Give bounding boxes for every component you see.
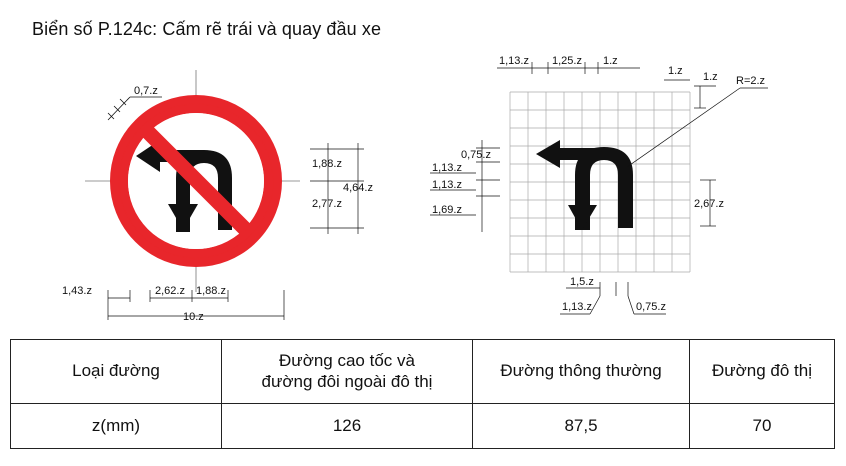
dim-top-1: 1,13.z — [499, 55, 529, 67]
header-urban-road: Đường đô thị — [689, 339, 835, 404]
table-row: z(mm) 126 87,5 70 — [10, 402, 835, 450]
header-normal-road: Đường thông thường — [472, 339, 690, 404]
dim-left-2: 1,13.z — [432, 162, 462, 174]
sign-figure: 0,7.z 1,88.z 2,77.z 4,64.z 1,43.z 2,62.z… — [62, 70, 373, 323]
dim-top-3: 1.z — [603, 55, 618, 67]
value-normal-road: 87,5 — [472, 402, 690, 450]
value-urban-road: 70 — [689, 402, 835, 450]
dim-left-1: 0,75.z — [461, 149, 491, 161]
layout-grid — [509, 91, 691, 273]
value-expressway: 126 — [221, 402, 473, 450]
dim-width: 10.z — [183, 311, 204, 323]
header-road-type: Loại đường — [10, 339, 222, 404]
sign-drawing: 0,7.z 1,88.z 2,77.z 4,64.z 1,43.z 2,62.z… — [62, 55, 768, 323]
spec-table: Loại đường Đường cao tốc và đường đôi ng… — [10, 339, 835, 450]
header-expressway: Đường cao tốc và đường đôi ngoài đô thị — [221, 339, 473, 404]
dim-left-4: 1,69.z — [432, 204, 462, 216]
dim-bottom-2: 1,13.z — [562, 301, 592, 313]
dim-upper: 1,88.z — [312, 158, 342, 170]
dim-top-2: 1,25.z — [552, 55, 582, 67]
dim-bottom-3: 0,75.z — [636, 301, 666, 313]
dim-right: 1,88.z — [196, 285, 226, 297]
grid-figure: 1,13.z 1,25.z 1.z 1.z 1.z R=2.z 0,75.z 1… — [430, 55, 768, 315]
grid-uturn-symbol — [536, 140, 633, 230]
dim-height: 4,64.z — [343, 182, 373, 194]
dim-bottom-1: 1,5.z — [570, 276, 594, 288]
dim-border: 0,7.z — [134, 85, 158, 97]
dim-right-height: 2,67.z — [694, 198, 724, 210]
dim-mid: 2,62.z — [155, 285, 185, 297]
dim-radius: R=2.z — [736, 75, 765, 87]
dim-top-4: 1.z — [668, 65, 683, 77]
dim-top-5: 1.z — [703, 71, 718, 83]
dim-lower: 2,77.z — [312, 198, 342, 210]
dim-left: 1,43.z — [62, 285, 92, 297]
row-label: z(mm) — [10, 402, 222, 450]
dim-left-3: 1,13.z — [432, 179, 462, 191]
table-header-row: Loại đường Đường cao tốc và đường đôi ng… — [10, 339, 835, 404]
